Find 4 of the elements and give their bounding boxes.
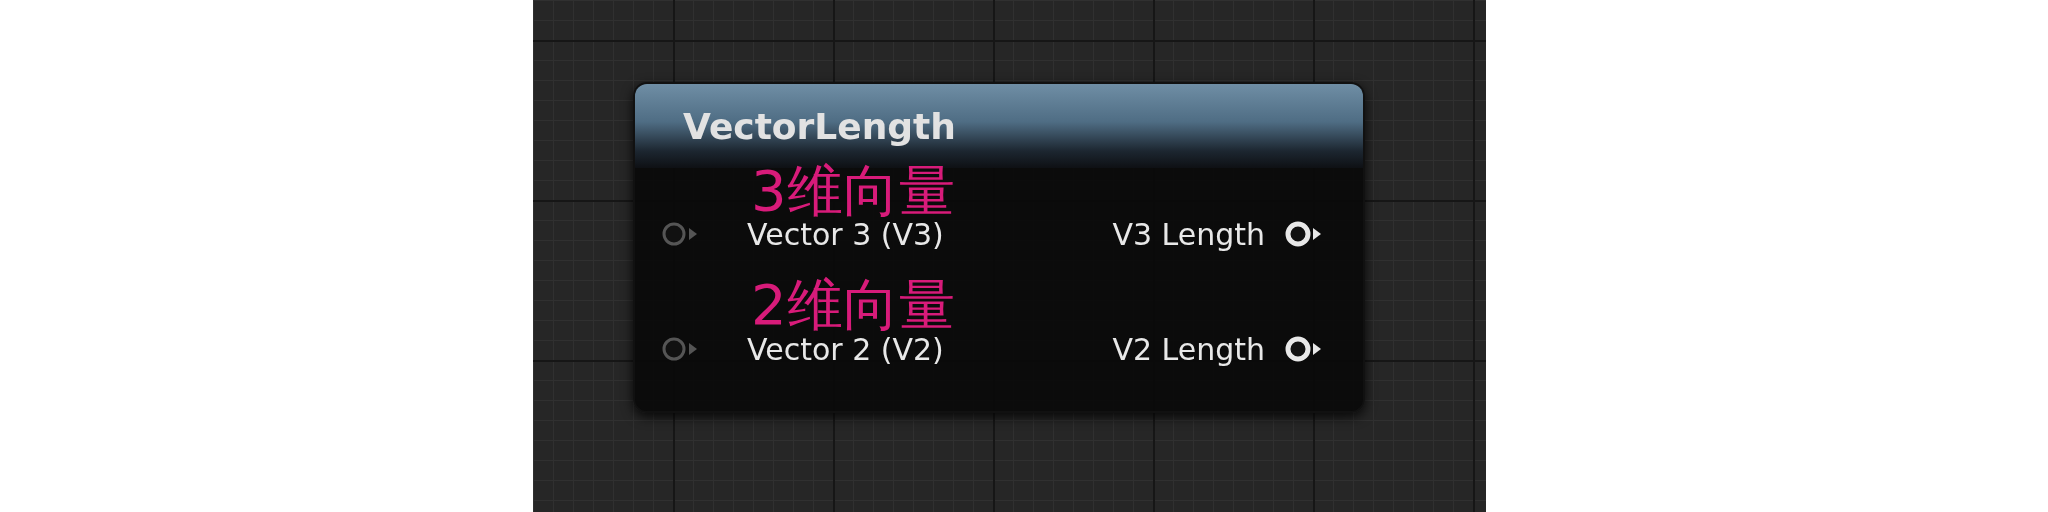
node-title: VectorLength: [683, 105, 956, 147]
output-pin-label: V2 Length: [1112, 331, 1265, 367]
node-card[interactable]: VectorLength Vector 3 (V3) V3 Length Vector 2 (V2) V2 Length 3维向量 2维向量: [633, 82, 1365, 413]
output-pin-label: V3 Length: [1112, 216, 1265, 252]
